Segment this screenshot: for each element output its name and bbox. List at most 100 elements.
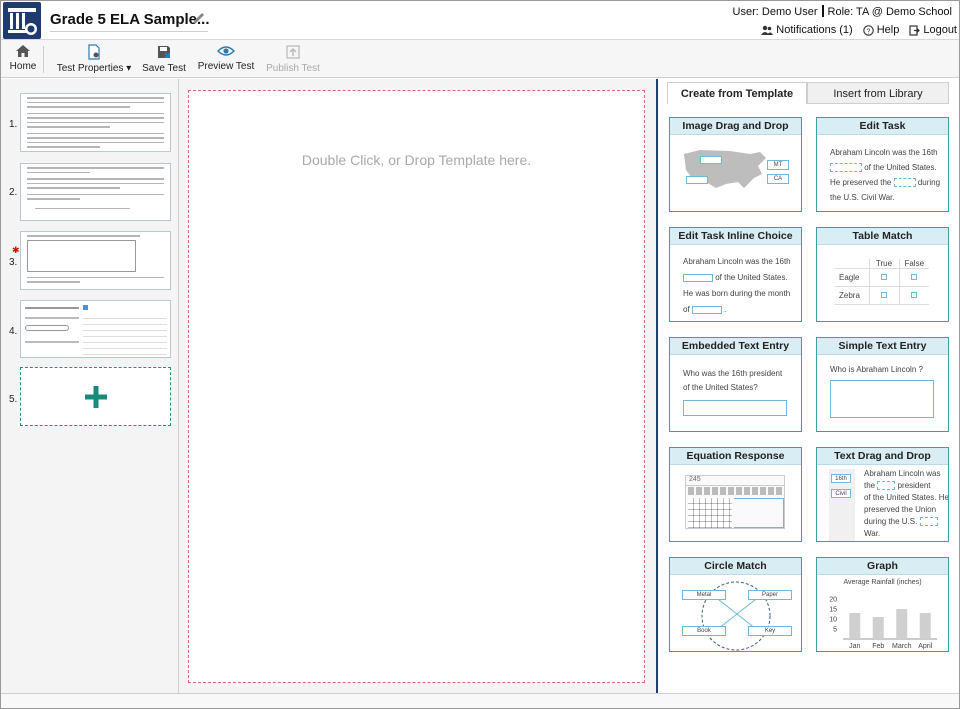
text-line: He was born during the month	[683, 289, 791, 298]
x-tick-label: April	[918, 643, 932, 650]
y-tick-label: 20	[829, 597, 837, 604]
drag-label-mt: MT	[767, 160, 789, 170]
item-thumbnail-4[interactable]	[20, 300, 171, 358]
chart-bar	[849, 613, 861, 639]
blank	[919, 517, 938, 527]
blank	[877, 481, 896, 491]
home-button[interactable]: Home	[7, 40, 39, 78]
item-number: 2.	[9, 187, 18, 198]
save-icon	[158, 46, 170, 58]
tab-create-from-template[interactable]: Create from Template	[667, 82, 807, 104]
inline-dropdown	[691, 305, 722, 314]
help-label: Help	[876, 24, 900, 36]
chevron-down-icon: ▾	[123, 63, 132, 74]
template-image-drag-drop[interactable]: Image Drag and Drop MT CA	[669, 117, 802, 212]
column-header: False	[898, 259, 929, 269]
template-title: Simple Text Entry	[817, 338, 948, 355]
chart-bar	[919, 613, 931, 639]
template-graph[interactable]: Graph Average Rainfall (inches) 20 15 10 5 J…	[816, 557, 949, 652]
match-table: True False Eagle Zebra	[835, 259, 929, 305]
required-star-icon: ✱	[12, 245, 20, 255]
equation-editor: 245	[685, 475, 785, 529]
template-panel: Create from Template Insert from Library…	[658, 79, 959, 693]
item-thumbnail-3[interactable]	[20, 231, 171, 290]
logout-icon	[909, 24, 921, 36]
status-bar	[1, 693, 959, 708]
chart-bar	[896, 609, 908, 639]
item-number: 4.	[9, 326, 18, 337]
text-line: president	[897, 481, 931, 490]
equation-area	[734, 498, 784, 528]
publish-icon	[286, 45, 300, 59]
template-title: Circle Match	[670, 558, 801, 575]
template-title: Table Match	[817, 228, 948, 245]
text-line: Abraham Lincoln was the 16th	[830, 148, 938, 157]
test-properties-label: Test Properties	[56, 63, 124, 74]
equation-toolbar	[688, 487, 782, 495]
add-item-button[interactable]	[20, 367, 171, 426]
help-link[interactable]: ? Help	[862, 24, 900, 36]
circle-match-graphic	[701, 581, 771, 651]
row-label: Zebra	[839, 291, 860, 300]
publish-test-button[interactable]: Publish Test	[265, 40, 321, 78]
item-thumbnail-2[interactable]	[20, 163, 171, 221]
user-info: User: Demo User Role: TA @ Demo School	[733, 5, 952, 18]
item-thumbnail-1[interactable]	[20, 93, 171, 152]
template-edit-task-inline-choice[interactable]: Edit Task Inline Choice Abraham Lincoln …	[669, 227, 802, 322]
text-line: the	[864, 481, 876, 490]
text-entry-box	[830, 380, 934, 418]
template-equation-response[interactable]: Equation Response 245	[669, 447, 802, 542]
y-tick-label: 5	[833, 627, 837, 634]
template-text-drag-drop[interactable]: Text Drag and Drop 16th Civil Abraham Li…	[816, 447, 949, 542]
item-number: 5.	[9, 394, 18, 405]
preview-test-button[interactable]: Preview Test	[197, 40, 255, 78]
y-tick-label: 10	[829, 617, 837, 624]
template-circle-match[interactable]: Circle Match Metal Paper Book Key	[669, 557, 802, 652]
user-label: User: Demo User	[732, 6, 818, 18]
eye-icon	[217, 46, 235, 56]
inline-dropdown	[683, 273, 713, 282]
text-line: War.	[864, 529, 881, 538]
editor-canvas-area: Double Click, or Drop Template here.	[179, 79, 656, 693]
template-table-match[interactable]: Table Match True False Eagle Zebra	[816, 227, 949, 322]
text-entry-box	[683, 400, 787, 416]
home-label: Home	[9, 61, 37, 72]
text-line: Abraham Lincoln was	[864, 469, 941, 478]
test-properties-button[interactable]: Test Properties ▾	[56, 40, 132, 78]
notifications-link[interactable]: Notifications (1)	[761, 24, 853, 36]
template-title: Equation Response	[670, 448, 801, 465]
plus-icon	[85, 386, 107, 408]
save-test-button[interactable]: Save Test	[141, 40, 187, 78]
notifications-label: Notifications (1)	[776, 24, 853, 36]
text-line: of	[683, 305, 690, 314]
drag-token: 16th	[831, 474, 851, 483]
separator	[821, 5, 824, 17]
role-label: Role: TA @ Demo School	[827, 6, 952, 18]
drop-hint: Double Click, or Drop Template here.	[301, 152, 532, 168]
chart-title: Average Rainfall (inches)	[843, 579, 922, 586]
test-title: Grade 5 ELA Sample...	[50, 11, 210, 28]
properties-icon	[88, 44, 100, 60]
y-tick-label: 15	[829, 607, 837, 614]
template-title: Graph	[817, 558, 948, 575]
app-header: Grade 5 ELA Sample... User: Demo User Rol…	[1, 1, 959, 40]
item-number: 1.	[9, 119, 18, 130]
item-number: 3.	[9, 257, 18, 268]
edit-title-icon[interactable]	[191, 9, 207, 25]
rainfall-chart: 20 15 10 5 Jan Feb March April	[829, 597, 937, 650]
notifications-icon	[761, 25, 774, 35]
drop-target	[700, 156, 722, 164]
template-simple-text-entry[interactable]: Simple Text Entry Who is Abraham Lincoln…	[816, 337, 949, 432]
x-tick-label: March	[892, 643, 912, 650]
text-line: during	[917, 178, 941, 187]
text-line: during the U.S.	[864, 517, 918, 526]
app-logo[interactable]	[3, 2, 41, 39]
blank	[893, 178, 916, 188]
tab-insert-from-library[interactable]: Insert from Library	[807, 82, 949, 104]
template-embedded-text-entry[interactable]: Embedded Text Entry Who was the 16th pre…	[669, 337, 802, 432]
template-edit-task[interactable]: Edit Task Abraham Lincoln was the 16th o…	[816, 117, 949, 212]
template-drop-zone[interactable]: Double Click, or Drop Template here.	[188, 90, 645, 683]
toolbar-separator	[43, 46, 44, 73]
logout-link[interactable]: Logout	[909, 24, 957, 36]
equation-value: 245	[686, 476, 784, 486]
